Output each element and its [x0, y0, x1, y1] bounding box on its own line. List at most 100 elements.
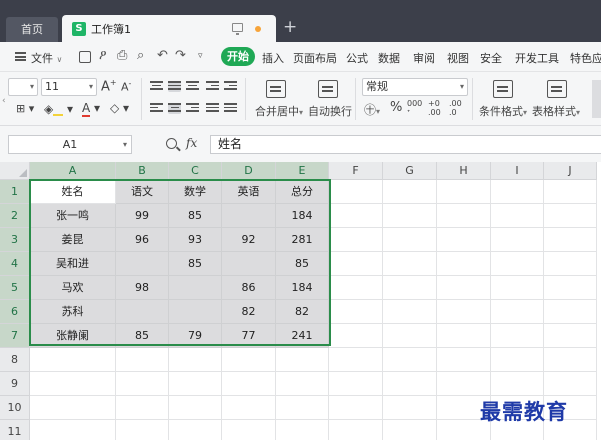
cell-a4[interactable]: 吴和进 — [30, 252, 116, 276]
cell-c7[interactable]: 79 — [169, 324, 222, 348]
cell-c4[interactable]: 85 — [169, 252, 222, 276]
cell-f9[interactable] — [329, 372, 383, 396]
cell-g1[interactable] — [383, 180, 437, 204]
cell-c11[interactable] — [169, 420, 222, 440]
cell-e1[interactable]: 总分 — [276, 180, 329, 204]
cell-c6[interactable] — [169, 300, 222, 324]
cell-f11[interactable] — [329, 420, 383, 440]
merge-center-button[interactable]: 合并居中▾ — [255, 103, 303, 119]
row-header-8[interactable]: 8 — [0, 348, 30, 372]
menu-formula[interactable]: 公式 — [346, 50, 368, 66]
cell-e7[interactable]: 241 — [276, 324, 329, 348]
cell-a1[interactable]: 姓名 — [30, 180, 116, 204]
menu-security[interactable]: 安全 — [480, 50, 502, 66]
cell-f6[interactable] — [329, 300, 383, 324]
cell-d6[interactable]: 82 — [222, 300, 276, 324]
column-header-h[interactable]: H — [437, 162, 491, 180]
column-header-a[interactable]: A — [30, 162, 116, 180]
cell-d2[interactable] — [222, 204, 276, 228]
cell-i8[interactable] — [491, 348, 544, 372]
cell-b4[interactable] — [116, 252, 169, 276]
menu-review[interactable]: 审阅 — [413, 50, 435, 66]
cell-j2[interactable] — [544, 204, 597, 228]
cell-a10[interactable] — [30, 396, 116, 420]
cell-g11[interactable] — [383, 420, 437, 440]
menu-view[interactable]: 视图 — [447, 50, 469, 66]
row-header-7[interactable]: 7 — [0, 324, 30, 348]
monitor-icon[interactable] — [232, 23, 243, 35]
menu-start[interactable]: 开始 — [221, 47, 255, 66]
column-header-e[interactable]: E — [276, 162, 329, 180]
cell-g3[interactable] — [383, 228, 437, 252]
justify-icon[interactable] — [206, 103, 219, 114]
print-icon[interactable]: ⎙ — [117, 47, 127, 65]
cell-a6[interactable]: 苏科 — [30, 300, 116, 324]
menu-data[interactable]: 数据 — [378, 50, 400, 66]
cell-e3[interactable]: 281 — [276, 228, 329, 252]
increase-font-icon[interactable]: A+ — [101, 78, 117, 94]
fx-icon[interactable]: fx — [186, 136, 197, 150]
cell-d7[interactable]: 77 — [222, 324, 276, 348]
cell-h2[interactable] — [437, 204, 491, 228]
cell-d3[interactable]: 92 — [222, 228, 276, 252]
ribbon-scroll-right[interactable] — [592, 80, 601, 118]
cell-h4[interactable] — [437, 252, 491, 276]
menu-developer[interactable]: 开发工具 — [515, 50, 559, 66]
column-header-j[interactable]: J — [544, 162, 597, 180]
cell-g2[interactable] — [383, 204, 437, 228]
cell-h1[interactable] — [437, 180, 491, 204]
align-top-icon[interactable] — [150, 81, 163, 92]
indent-decrease-icon[interactable] — [206, 81, 219, 92]
cell-e9[interactable] — [276, 372, 329, 396]
cell-c5[interactable] — [169, 276, 222, 300]
cell-i9[interactable] — [491, 372, 544, 396]
cell-i5[interactable] — [491, 276, 544, 300]
column-header-i[interactable]: I — [491, 162, 544, 180]
select-all-corner[interactable] — [0, 162, 30, 180]
cell-h3[interactable] — [437, 228, 491, 252]
cell-b10[interactable] — [116, 396, 169, 420]
menu-special[interactable]: 特色应 — [570, 50, 601, 66]
menu-insert[interactable]: 插入 — [262, 50, 284, 66]
cell-b9[interactable] — [116, 372, 169, 396]
cell-j3[interactable] — [544, 228, 597, 252]
wrap-text-icon[interactable] — [318, 80, 338, 98]
increase-decimal-icon[interactable]: +0.00 — [428, 99, 441, 117]
cell-b2[interactable]: 99 — [116, 204, 169, 228]
name-box[interactable]: A1 ▾ — [8, 135, 132, 154]
cell-b11[interactable] — [116, 420, 169, 440]
distributed-align-icon[interactable] — [224, 103, 237, 114]
cell-h6[interactable] — [437, 300, 491, 324]
cell-a7[interactable]: 张静阑 — [30, 324, 116, 348]
clear-format-icon[interactable]: ◇ ▾ — [110, 101, 129, 115]
cell-f3[interactable] — [329, 228, 383, 252]
cell-c9[interactable] — [169, 372, 222, 396]
zoom-icon[interactable] — [166, 138, 177, 149]
cell-d4[interactable] — [222, 252, 276, 276]
format-painter-icon[interactable]: ዖ — [99, 47, 107, 65]
cell-b8[interactable] — [116, 348, 169, 372]
cell-j6[interactable] — [544, 300, 597, 324]
cell-d1[interactable]: 英语 — [222, 180, 276, 204]
thousands-separator-icon[interactable]: 000 ᐩ — [407, 99, 422, 117]
cell-g5[interactable] — [383, 276, 437, 300]
cell-i3[interactable] — [491, 228, 544, 252]
cell-a2[interactable]: 张一鸣 — [30, 204, 116, 228]
cell-d11[interactable] — [222, 420, 276, 440]
align-bottom-icon[interactable] — [186, 81, 199, 92]
cell-j1[interactable] — [544, 180, 597, 204]
cell-c10[interactable] — [169, 396, 222, 420]
hamburger-menu-icon[interactable] — [15, 52, 26, 61]
cell-g8[interactable] — [383, 348, 437, 372]
cell-b5[interactable]: 98 — [116, 276, 169, 300]
cell-f1[interactable] — [329, 180, 383, 204]
cell-f10[interactable] — [329, 396, 383, 420]
cell-h9[interactable] — [437, 372, 491, 396]
align-middle-icon[interactable] — [168, 81, 181, 92]
cell-g7[interactable] — [383, 324, 437, 348]
border-icon[interactable]: ⊞ ▾ — [16, 102, 34, 115]
currency-icon[interactable]: ㊉▾ — [364, 101, 380, 118]
column-header-b[interactable]: B — [116, 162, 169, 180]
cell-b7[interactable]: 85 — [116, 324, 169, 348]
column-header-c[interactable]: C — [169, 162, 222, 180]
